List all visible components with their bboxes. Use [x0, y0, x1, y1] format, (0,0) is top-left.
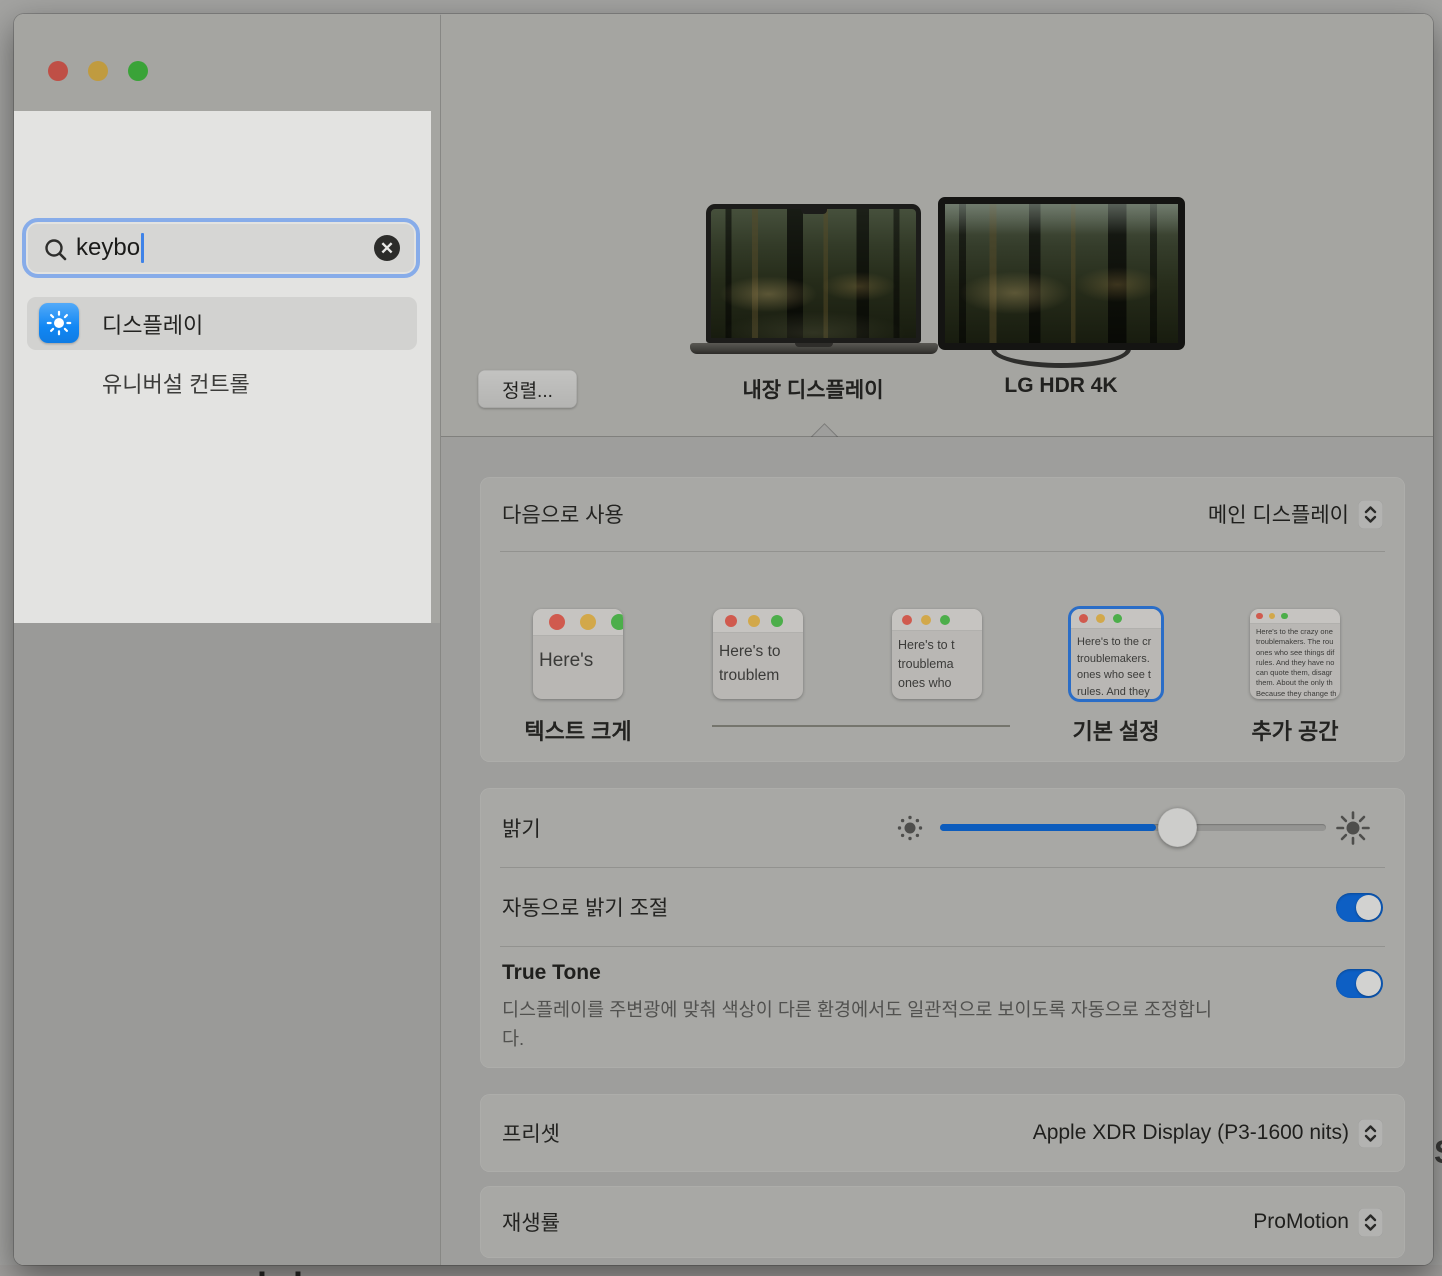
scaling-option-larger-text[interactable]: Here's	[533, 609, 623, 699]
traffic-green-icon	[611, 614, 623, 630]
text-cursor	[141, 233, 144, 263]
thumb-text: Here's to ttroublemaones who	[892, 631, 982, 693]
scaling-option-more-space[interactable]: Here's to the crazy onetroublemakers. Th…	[1250, 609, 1340, 699]
true-tone-label: True Tone	[502, 961, 1232, 985]
desktop-text-fragment-right: S	[1434, 1134, 1442, 1171]
search-result-displays[interactable]: 디스플레이	[27, 297, 417, 350]
thumb-text: Here's	[533, 636, 623, 676]
refresh-rate-panel: 재생률 ProMotion	[480, 1186, 1405, 1258]
auto-brightness-label: 자동으로 밝기 조절	[502, 892, 668, 922]
sun-bright-icon	[1335, 810, 1371, 846]
auto-brightness-toggle[interactable]	[1336, 893, 1383, 922]
arrange-button[interactable]: 정렬...	[478, 370, 577, 408]
brightness-panel: 밝기	[480, 788, 1405, 1068]
thumb-text: Here's to the crazy onetroublemakers. Th…	[1250, 624, 1340, 699]
sidebar-dimmed-area	[14, 623, 440, 1265]
traffic-green-icon	[771, 615, 783, 627]
display-arrangement-strip	[441, 14, 1433, 436]
preset-panel: 프리셋 Apple XDR Display (P3-1600 nits)	[480, 1094, 1405, 1172]
refresh-rate-dropdown[interactable]	[1358, 1208, 1383, 1237]
traffic-green-icon	[1113, 614, 1122, 623]
search-result-universal-control[interactable]: 유니버설 컨트롤	[27, 356, 417, 409]
refresh-rate-label: 재생률	[502, 1207, 560, 1237]
sun-dim-icon	[894, 812, 926, 844]
display-settings-content: 다음으로 사용 메인 디스플레이	[441, 437, 1433, 1265]
true-tone-toggle[interactable]	[1336, 969, 1383, 998]
desktop-text-fragment: ssh-keygen	[215, 1265, 423, 1276]
scaling-label-larger-text: 텍스트 크게	[524, 714, 631, 746]
brightness-slider-track[interactable]	[940, 824, 1326, 831]
scaling-options: Here's Here's totroublem	[480, 552, 1405, 762]
sidebar: keybo ✕	[14, 14, 440, 1265]
system-settings-window: keybo ✕	[14, 14, 1433, 1265]
scaling-label-default: 기본 설정	[1072, 714, 1159, 746]
true-tone-description: 디스플레이를 주변광에 맞춰 색상이 다른 환경에서도 일관적으로 보이도록 자…	[502, 995, 1232, 1053]
brightness-slider-thumb[interactable]	[1158, 808, 1197, 847]
scaling-label-more-space: 추가 공간	[1251, 714, 1338, 746]
external-display-label: LG HDR 4K	[1004, 374, 1117, 398]
thumb-text: Here's totroublem	[713, 633, 803, 688]
preset-label: 프리셋	[502, 1118, 560, 1148]
scaling-option-default[interactable]: Here's to the crtroublemakers.ones who s…	[1071, 609, 1161, 699]
use-as-value: 메인 디스플레이	[1208, 499, 1349, 529]
use-as-label: 다음으로 사용	[502, 499, 624, 529]
traffic-red-icon	[549, 614, 565, 630]
laptop-notch	[801, 208, 827, 214]
traffic-yellow-icon	[580, 614, 596, 630]
scaling-option-2[interactable]: Here's totroublem	[713, 609, 803, 699]
refresh-rate-value: ProMotion	[1253, 1210, 1349, 1234]
traffic-red-icon	[902, 615, 912, 625]
search-results-panel: keybo ✕	[14, 111, 431, 623]
thumb-text: Here's to the crtroublemakers.ones who s…	[1071, 629, 1161, 699]
traffic-yellow-icon	[748, 615, 760, 627]
clear-search-button[interactable]: ✕	[374, 235, 400, 261]
search-query-text: keybo	[76, 234, 140, 262]
builtin-display-label: 내장 디스플레이	[742, 374, 883, 404]
preset-value: Apple XDR Display (P3-1600 nits)	[1033, 1121, 1349, 1145]
traffic-green-icon	[1281, 613, 1288, 620]
laptop-base	[690, 343, 938, 354]
traffic-yellow-icon	[1269, 613, 1276, 620]
traffic-green-icon	[940, 615, 950, 625]
traffic-red-icon	[1256, 613, 1263, 620]
search-result-label: 디스플레이	[102, 308, 203, 340]
traffic-red-icon	[1079, 614, 1088, 623]
external-display-thumbnail[interactable]	[938, 197, 1185, 350]
search-icon	[43, 237, 69, 263]
use-as-dropdown[interactable]	[1358, 500, 1383, 529]
scaling-option-3[interactable]: Here's to ttroublemaones who	[892, 609, 982, 699]
close-window-button[interactable]	[48, 61, 68, 81]
search-input[interactable]: keybo ✕	[22, 218, 420, 278]
traffic-yellow-icon	[1096, 614, 1105, 623]
preset-dropdown[interactable]	[1358, 1119, 1383, 1148]
display-brightness-icon	[39, 303, 79, 343]
minimize-window-button[interactable]	[88, 61, 108, 81]
search-result-label: 유니버설 컨트롤	[102, 367, 250, 399]
desktop-background-right: S	[1433, 1132, 1442, 1176]
traffic-yellow-icon	[921, 615, 931, 625]
builtin-display-thumbnail[interactable]	[706, 204, 921, 343]
zoom-window-button[interactable]	[128, 61, 148, 81]
desktop-background-bottom: ssh-keygen	[0, 1265, 1442, 1276]
resolution-panel: 다음으로 사용 메인 디스플레이	[480, 477, 1405, 762]
brightness-slider-fill	[940, 824, 1156, 831]
scaling-label-connector	[712, 725, 1010, 727]
traffic-red-icon	[725, 615, 737, 627]
brightness-label: 밝기	[502, 813, 541, 843]
